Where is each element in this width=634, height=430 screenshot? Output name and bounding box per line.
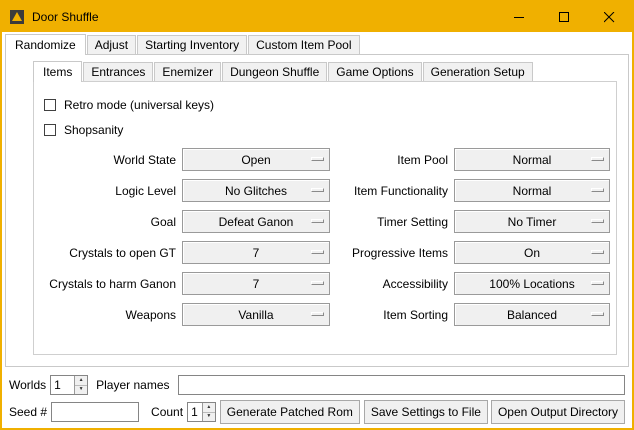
dropdown-indicator-icon [311,188,324,192]
count-label: Count [151,405,183,419]
shopsanity-row[interactable]: Shopsanity [34,117,616,142]
dropdown-indicator-icon [591,312,604,316]
minimize-button[interactable] [497,2,542,32]
retro-mode-checkbox[interactable] [44,99,56,111]
player-names-label: Player names [96,378,169,392]
weapons-value: Vanilla [238,308,273,322]
spin-down-icon[interactable]: ▼ [75,386,87,395]
item-sorting-value: Balanced [507,308,557,322]
item-functionality-dropdown[interactable]: Normal [454,179,610,202]
window-content: Randomize Adjust Starting Inventory Cust… [2,32,632,428]
item-pool-dropdown[interactable]: Normal [454,148,610,171]
retro-mode-row[interactable]: Retro mode (universal keys) [34,92,616,117]
seed-label: Seed # [9,405,47,419]
weapons-dropdown[interactable]: Vanilla [182,303,330,326]
goal-dropdown[interactable]: Defeat Ganon [182,210,330,233]
progressive-items-label: Progressive Items [336,246,448,260]
timer-setting-dropdown[interactable]: No Timer [454,210,610,233]
app-window: Door Shuffle Randomize Adjust Starting I… [0,0,634,430]
item-pool-label: Item Pool [336,153,448,167]
dropdown-indicator-icon [311,250,324,254]
save-settings-button[interactable]: Save Settings to File [364,400,488,424]
tab-dungeon-shuffle[interactable]: Dungeon Shuffle [222,62,327,81]
dropdown-indicator-icon [591,281,604,285]
crystals-gt-dropdown[interactable]: 7 [182,241,330,264]
dropdown-indicator-icon [591,188,604,192]
logic-level-label: Logic Level [44,184,176,198]
seed-row: Seed # Count 1 ▲ ▼ Generate Patched Rom … [9,400,625,424]
progressive-items-value: On [524,246,540,260]
dropdown-indicator-icon [591,250,604,254]
shopsanity-label: Shopsanity [64,123,123,137]
titlebar[interactable]: Door Shuffle [2,2,632,32]
item-sorting-label: Item Sorting [336,308,448,322]
crystals-ganon-label: Crystals to harm Ganon [44,277,176,291]
window-title: Door Shuffle [32,10,497,24]
logic-level-value: No Glitches [225,184,287,198]
tab-entrances[interactable]: Entrances [83,62,153,81]
tab-game-options[interactable]: Game Options [328,62,421,81]
world-state-label: World State [44,153,176,167]
crystals-ganon-value: 7 [253,277,260,291]
world-state-dropdown[interactable]: Open [182,148,330,171]
tab-custom-item-pool[interactable]: Custom Item Pool [248,35,359,54]
retro-mode-label: Retro mode (universal keys) [64,98,214,112]
weapons-label: Weapons [44,308,176,322]
tab-adjust[interactable]: Adjust [87,35,136,54]
dropdown-indicator-icon [311,219,324,223]
crystals-ganon-dropdown[interactable]: 7 [182,272,330,295]
item-functionality-label: Item Functionality [336,184,448,198]
tab-generation-setup[interactable]: Generation Setup [423,62,533,81]
tab-items[interactable]: Items [33,61,82,82]
tab-enemizer[interactable]: Enemizer [154,62,221,81]
dropdown-indicator-icon [311,157,324,161]
close-button[interactable] [587,2,632,32]
spin-down-icon[interactable]: ▼ [203,413,215,422]
tab-randomize[interactable]: Randomize [5,34,86,55]
logic-level-dropdown[interactable]: No Glitches [182,179,330,202]
shopsanity-checkbox[interactable] [44,124,56,136]
tab-starting-inventory[interactable]: Starting Inventory [137,35,247,54]
crystals-gt-value: 7 [253,246,260,260]
item-pool-value: Normal [513,153,552,167]
dropdown-indicator-icon [591,219,604,223]
worlds-value: 1 [51,376,74,394]
dropdown-indicator-icon [591,157,604,161]
seed-input[interactable] [51,402,139,422]
count-value: 1 [188,403,202,421]
worlds-row: Worlds 1 ▲ ▼ Player names [9,375,625,395]
app-icon [9,9,25,25]
worlds-label: Worlds [9,378,46,392]
inner-tab-bar: Items Entrances Enemizer Dungeon Shuffle… [6,61,628,81]
items-panel: Retro mode (universal keys) Shopsanity W… [33,81,617,355]
accessibility-dropdown[interactable]: 100% Locations [454,272,610,295]
generate-rom-button[interactable]: Generate Patched Rom [220,400,360,424]
crystals-gt-label: Crystals to open GT [44,246,176,260]
options-grid: World State Open Item Pool Normal Logic … [34,148,616,326]
accessibility-value: 100% Locations [489,277,574,291]
maximize-button[interactable] [542,2,587,32]
spin-up-icon[interactable]: ▲ [75,376,87,386]
timer-setting-label: Timer Setting [336,215,448,229]
count-spinbox[interactable]: 1 ▲ ▼ [187,402,216,422]
dropdown-indicator-icon [311,312,324,316]
top-tab-bar: Randomize Adjust Starting Inventory Cust… [2,34,632,54]
timer-setting-value: No Timer [508,215,557,229]
open-output-button[interactable]: Open Output Directory [491,400,625,424]
accessibility-label: Accessibility [336,277,448,291]
world-state-value: Open [241,153,270,167]
progressive-items-dropdown[interactable]: On [454,241,610,264]
bottom-bar: Worlds 1 ▲ ▼ Player names Seed # Count 1 [2,367,632,424]
item-functionality-value: Normal [513,184,552,198]
goal-value: Defeat Ganon [219,215,294,229]
spin-up-icon[interactable]: ▲ [203,403,215,413]
player-names-input[interactable] [178,375,626,395]
randomize-panel: Items Entrances Enemizer Dungeon Shuffle… [5,54,629,367]
goal-label: Goal [44,215,176,229]
dropdown-indicator-icon [311,281,324,285]
item-sorting-dropdown[interactable]: Balanced [454,303,610,326]
worlds-spinbox[interactable]: 1 ▲ ▼ [50,375,88,395]
